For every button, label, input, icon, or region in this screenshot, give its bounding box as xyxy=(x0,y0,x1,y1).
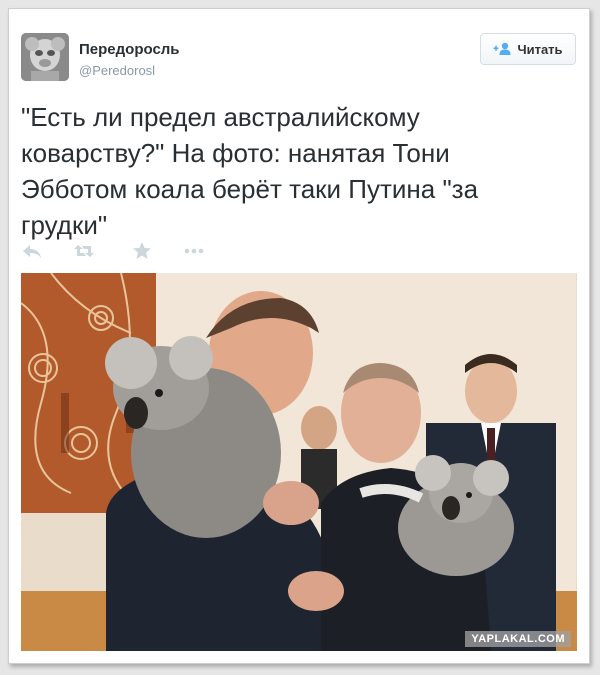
tweet-text-line: Эбботом коала берёт таки Путина "за xyxy=(21,174,479,204)
tweet-text: "Есть ли предел австралийскому коварству… xyxy=(21,99,577,243)
tweet-card: Передоросль @Peredorosl Читать "Есть ли … xyxy=(8,8,590,664)
tweet-text-line: грудки" xyxy=(21,210,108,240)
avatar-image xyxy=(21,33,69,81)
user-name[interactable]: Передоросль xyxy=(79,41,180,58)
tweet-text-line: "Есть ли предел австралийскому xyxy=(21,102,420,132)
follow-button[interactable]: Читать xyxy=(480,33,576,65)
user-handle[interactable]: @Peredorosl xyxy=(79,63,155,78)
add-user-icon xyxy=(493,42,511,55)
tweet-text-line: коварству?" На фото: нанятая Тони xyxy=(21,138,450,168)
watermark: YAPLAKAL.COM xyxy=(465,631,571,647)
favorite-icon[interactable] xyxy=(131,241,153,261)
avatar[interactable] xyxy=(21,33,69,81)
reply-icon[interactable] xyxy=(21,241,43,261)
tweet-photo[interactable]: YAPLAKAL.COM xyxy=(21,273,577,651)
follow-button-label: Читать xyxy=(517,41,563,57)
retweet-icon[interactable] xyxy=(73,241,95,261)
more-icon[interactable] xyxy=(183,241,205,261)
photo-koalas-illustration xyxy=(21,273,577,651)
